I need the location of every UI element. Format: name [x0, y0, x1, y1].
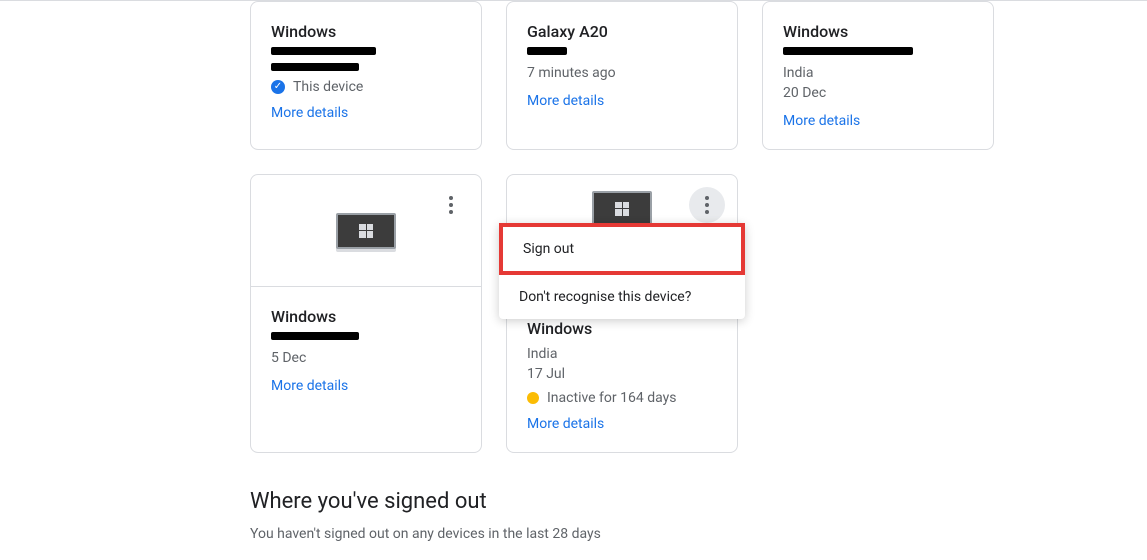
device-row-1: Windows This device More details Galaxy …: [250, 1, 1107, 150]
menu-item-signout[interactable]: Sign out: [499, 223, 745, 275]
device-date: 20 Dec: [783, 83, 973, 103]
signed-out-subtitle: You haven't signed out on any devices in…: [250, 526, 1107, 542]
device-time: 7 minutes ago: [527, 63, 717, 83]
check-icon: [271, 80, 285, 94]
device-title: Windows: [527, 319, 717, 338]
device-image-area: Sign out Don't recognise this device?: [507, 175, 737, 287]
device-row-2: Windows 5 Dec More details Sign out Don'…: [250, 174, 1107, 453]
inactive-row: Inactive for 164 days: [527, 390, 717, 406]
device-info-area: Windows 5 Dec More details: [251, 287, 481, 414]
more-details-link[interactable]: More details: [783, 113, 860, 129]
more-details-link[interactable]: More details: [271, 105, 348, 121]
more-details-link[interactable]: More details: [527, 93, 604, 109]
content-container: Windows This device More details Galaxy …: [0, 1, 1147, 542]
more-options-button[interactable]: [433, 187, 469, 223]
device-title: Windows: [271, 307, 461, 326]
device-title: Windows: [783, 22, 973, 41]
device-card-windows-jul17: Sign out Don't recognise this device? Wi…: [506, 174, 738, 453]
more-options-button[interactable]: [689, 187, 725, 223]
device-card-galaxy: Galaxy A20 7 minutes ago More details: [506, 1, 738, 150]
device-monitor-icon: [336, 213, 396, 249]
device-date: 17 Jul: [527, 364, 717, 384]
this-device-row: This device: [271, 79, 461, 95]
device-card-windows-india: Windows India 20 Dec More details: [762, 1, 994, 150]
redacted-text: [271, 63, 359, 71]
device-monitor-icon: [592, 191, 652, 227]
more-details-link[interactable]: More details: [527, 416, 604, 432]
menu-item-dont-recognise[interactable]: Don't recognise this device?: [499, 275, 745, 319]
device-title: Galaxy A20: [527, 22, 717, 41]
redacted-text: [271, 332, 359, 340]
windows-icon: [615, 202, 629, 216]
redacted-text: [527, 47, 567, 55]
windows-icon: [359, 224, 373, 238]
signed-out-title: Where you've signed out: [250, 489, 1107, 514]
redacted-text: [271, 47, 376, 55]
warning-dot-icon: [527, 392, 539, 404]
device-card-windows-dec5: Windows 5 Dec More details: [250, 174, 482, 453]
device-location: India: [783, 63, 973, 83]
inactive-label: Inactive for 164 days: [547, 390, 676, 406]
device-options-menu: Sign out Don't recognise this device?: [499, 223, 745, 319]
device-title: Windows: [271, 22, 461, 41]
device-card-windows-this: Windows This device More details: [250, 1, 482, 150]
redacted-text: [783, 47, 913, 55]
device-date: 5 Dec: [271, 348, 461, 368]
more-details-link[interactable]: More details: [271, 378, 348, 394]
device-image-area: [251, 175, 481, 287]
device-location: India: [527, 344, 717, 364]
this-device-label: This device: [293, 79, 363, 95]
